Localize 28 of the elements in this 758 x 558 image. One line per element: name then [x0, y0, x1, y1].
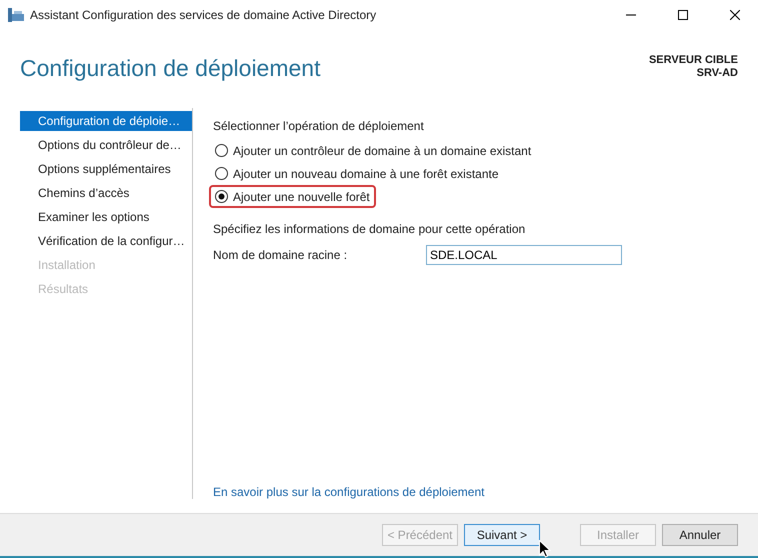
close-icon	[730, 10, 740, 20]
domain-name-field[interactable]: SDE.LOCAL	[426, 245, 622, 265]
page-title: Configuration de déploiement	[20, 55, 320, 83]
sidebar-item[interactable]: Chemins d’accès	[20, 183, 192, 203]
radio-option[interactable]: Ajouter un contrôleur de domaine à un domaine existant	[209, 139, 538, 162]
field-label: Nom de domaine racine :	[213, 248, 348, 262]
sidebar-item[interactable]: Options supplémentaires	[20, 159, 192, 179]
section-heading: Sélectionner l’opération de déploiement	[213, 119, 425, 133]
app-icon	[8, 8, 24, 22]
sidebar-item[interactable]: Examiner les options	[20, 207, 192, 227]
target-server-label: SERVEUR CIBLE	[648, 54, 738, 66]
sidebar-item[interactable]: Configuration de déploie…	[20, 111, 192, 131]
target-server-name: SRV-AD	[696, 67, 738, 79]
section-heading: Spécifiez les informations de domaine pour cette opération	[213, 222, 526, 236]
maximize-icon	[678, 10, 688, 20]
radio-option[interactable]: Ajouter un nouveau domaine à une forêt existante	[209, 162, 505, 185]
radio-button[interactable]	[215, 144, 228, 157]
radio-button[interactable]	[215, 167, 228, 180]
window-title: Assistant Configuration des services de domaine Active Directory	[30, 8, 378, 22]
radio-label: Ajouter un nouveau domaine à une forêt existante	[233, 166, 499, 180]
wizard-button[interactable]: Annuler	[662, 524, 738, 546]
radio-label: Ajouter une nouvelle forêt	[233, 190, 370, 204]
wizard-button[interactable]: Suivant >	[464, 524, 540, 546]
radio-button[interactable]	[215, 190, 228, 203]
radio-label: Ajouter un contrôleur de domaine à un domaine existant	[233, 144, 532, 158]
help-link[interactable]: En savoir plus sur la configurations de déploiement	[213, 485, 484, 499]
sidebar-item[interactable]: Options du contrôleur de…	[20, 135, 192, 155]
sidebar-item[interactable]: Vérification de la configur…	[20, 231, 192, 251]
